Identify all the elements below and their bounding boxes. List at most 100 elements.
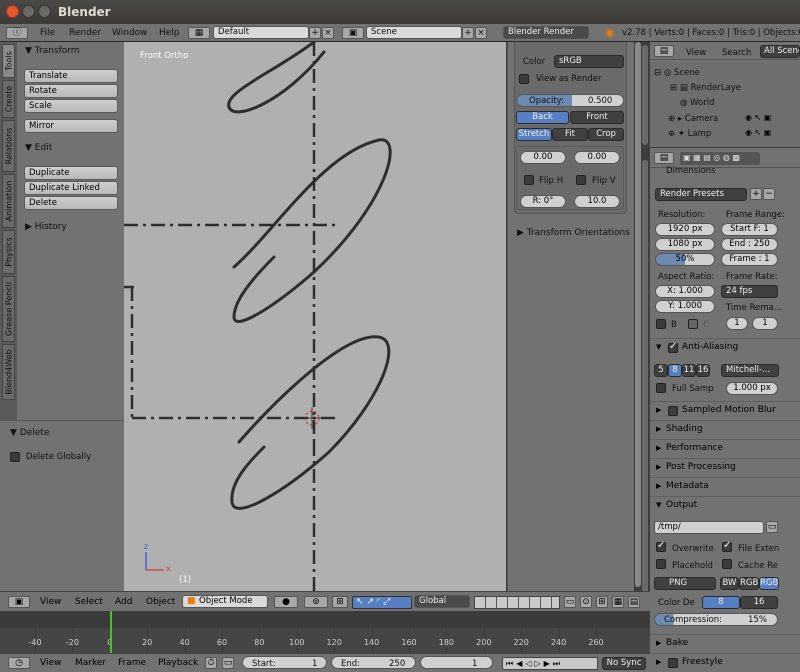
visibility-eye-icon-lamp[interactable]: ◉ ↖ ▣ xyxy=(745,128,771,137)
visibility-eye-icon[interactable]: ◉ ↖ ▣ xyxy=(745,113,771,122)
sampled-motion-blur-panel-header[interactable]: ▶ Sampled Motion Blur xyxy=(650,401,800,419)
full-sample-checkbox[interactable] xyxy=(656,383,666,393)
aspect-x-field[interactable]: X: 1.000 xyxy=(655,285,715,298)
layout-icon[interactable]: ▦ xyxy=(188,27,210,39)
menu-render[interactable]: Render xyxy=(69,28,101,38)
outliner-type-icon[interactable]: ▤ xyxy=(654,45,674,57)
render-anim-icon[interactable]: ▤ xyxy=(628,596,640,608)
aa-samples-11[interactable]: 11 xyxy=(682,364,696,377)
npanel-scrollbar[interactable] xyxy=(635,42,641,587)
delete-button[interactable]: Delete xyxy=(24,196,118,210)
render-context-tabs[interactable]: ▣ ▦ ▤ ◎ ◍ ▩ xyxy=(680,152,760,165)
current-frame-indicator[interactable] xyxy=(110,611,112,653)
aa-samples-5[interactable]: 5 xyxy=(654,364,668,377)
size-field[interactable]: 10.0 xyxy=(574,195,620,208)
back-button[interactable]: Back xyxy=(516,111,569,124)
resolution-percent-slider[interactable]: 50% xyxy=(655,253,715,266)
tab-tools[interactable]: Tools xyxy=(2,44,15,78)
bake-panel-header[interactable]: ▶ Bake xyxy=(650,634,800,652)
file-extensions-checkbox[interactable] xyxy=(722,540,732,552)
playback-controls[interactable]: ⏮◀◁▷▶⏭ xyxy=(502,657,598,670)
remove-preset-button[interactable]: − xyxy=(763,188,775,200)
remove-scene-button[interactable]: × xyxy=(475,27,487,39)
cache-result-checkbox[interactable] xyxy=(722,559,732,569)
rgba-button[interactable]: RGB xyxy=(759,577,779,590)
menu-add[interactable]: Add xyxy=(115,597,132,607)
transform-orientation-select[interactable]: Global xyxy=(414,595,470,608)
color-depth-16[interactable]: 16 xyxy=(740,596,778,609)
timeline-menu-view[interactable]: View xyxy=(40,658,61,668)
outliner-item-renderlayer[interactable]: ⊞ ▤ RenderLaye xyxy=(670,83,741,93)
transform-panel-header[interactable]: ▼ Transform xyxy=(25,46,80,56)
tab-physics[interactable]: Physics xyxy=(2,230,15,274)
timeline-menu-playback[interactable]: Playback xyxy=(158,658,198,668)
minimize-window-button[interactable] xyxy=(22,5,35,18)
placeholders-checkbox[interactable] xyxy=(656,559,666,569)
overwrite-checkbox[interactable] xyxy=(656,540,666,552)
menu-window[interactable]: Window xyxy=(112,28,148,38)
aspect-y-field[interactable]: Y: 1.000 xyxy=(655,300,715,313)
shading-select[interactable]: ● xyxy=(274,596,298,608)
outliner-scrollbar[interactable] xyxy=(642,45,648,145)
scale-button[interactable]: Scale xyxy=(24,99,118,113)
resolution-y-field[interactable]: 1080 px xyxy=(655,238,715,251)
menu-file[interactable]: File xyxy=(40,28,55,38)
output-path-field[interactable]: /tmp/ xyxy=(654,521,764,534)
editor-type-icon[interactable]: ⓘ xyxy=(6,27,28,39)
time-remap-new-field[interactable]: 1 xyxy=(752,317,778,330)
close-window-button[interactable] xyxy=(6,5,19,18)
outliner-item-scene[interactable]: ⊟ ◎ Scene xyxy=(654,68,700,78)
flip-h-checkbox[interactable] xyxy=(524,175,534,185)
frame-step-field[interactable]: Frame : 1 xyxy=(721,253,778,266)
front-button[interactable]: Front xyxy=(570,111,624,124)
menu-object[interactable]: Object xyxy=(146,597,175,607)
aa-samples-16[interactable]: 16 xyxy=(696,364,710,377)
crop-button[interactable]: Crop xyxy=(588,128,624,141)
translate-button[interactable]: Translate xyxy=(24,69,118,83)
redo-panel-header[interactable]: ▼ Delete xyxy=(10,428,49,438)
lock-layers-icon[interactable]: ▭ xyxy=(564,596,576,608)
preview-range-icon[interactable]: ⏱ xyxy=(205,657,217,669)
timeline-menu-frame[interactable]: Frame xyxy=(118,658,146,668)
remove-layout-button[interactable]: × xyxy=(322,27,334,39)
render-icon[interactable]: ▦ xyxy=(612,596,624,608)
tab-grease-pencil[interactable]: Grease Pencil xyxy=(2,276,15,342)
color-space-select[interactable]: sRGB xyxy=(554,55,624,68)
layer-buttons[interactable] xyxy=(474,596,560,609)
menu-select[interactable]: Select xyxy=(75,597,103,607)
outliner-view-menu[interactable]: View xyxy=(686,48,706,58)
snap-icon[interactable]: ⊙ xyxy=(580,596,592,608)
resolution-x-field[interactable]: 1920 px xyxy=(655,223,715,236)
delete-globally-checkbox[interactable] xyxy=(10,452,20,462)
freestyle-panel-header[interactable]: ▶ Freestyle xyxy=(650,653,800,671)
maximize-window-button[interactable] xyxy=(38,5,51,18)
anti-aliasing-panel-header[interactable]: ▼Anti-Aliasing xyxy=(650,338,800,356)
timeline-scrollbar[interactable] xyxy=(0,611,650,628)
frame-rate-select[interactable]: 24 fps xyxy=(721,285,778,298)
crop-checkbox[interactable] xyxy=(688,319,698,329)
border-checkbox[interactable] xyxy=(656,319,666,329)
pivot-select[interactable]: ⊚ xyxy=(304,596,328,608)
time-remap-old-field[interactable]: 1 xyxy=(726,317,748,330)
tab-blend4web[interactable]: Blend4Web xyxy=(2,344,15,400)
render-engine-select[interactable]: Blender Render xyxy=(503,26,589,39)
tab-animation[interactable]: Animation xyxy=(2,174,15,228)
post-processing-panel-header[interactable]: ▶ Post Processing xyxy=(650,458,800,476)
frame-end-field[interactable]: End : 250 xyxy=(721,238,778,251)
file-browser-button[interactable]: ▭ xyxy=(766,521,778,533)
rotation-field[interactable]: R: 0° xyxy=(520,195,566,208)
history-panel-header[interactable]: ▶ History xyxy=(25,222,67,232)
flip-v-checkbox[interactable] xyxy=(576,175,586,185)
lock-range-icon[interactable]: ▭ xyxy=(222,657,234,669)
menu-help[interactable]: Help xyxy=(159,28,180,38)
offset-y-field[interactable]: 0.00 xyxy=(574,151,620,164)
outliner-item-lamp[interactable]: ⊕ ✦ Lamp xyxy=(668,129,711,139)
tab-create[interactable]: Create xyxy=(2,80,15,118)
render-presets-select[interactable]: Render Presets xyxy=(655,188,747,201)
timeline-type-icon[interactable]: ◷ xyxy=(8,657,30,669)
view-as-render-checkbox[interactable] xyxy=(519,74,529,84)
add-scene-button[interactable]: + xyxy=(462,27,474,39)
3d-viewport[interactable]: Front Ortho z x (1) xyxy=(124,42,506,591)
bw-button[interactable]: BW xyxy=(720,577,739,590)
outliner-item-world[interactable]: ◍ World xyxy=(680,98,714,108)
